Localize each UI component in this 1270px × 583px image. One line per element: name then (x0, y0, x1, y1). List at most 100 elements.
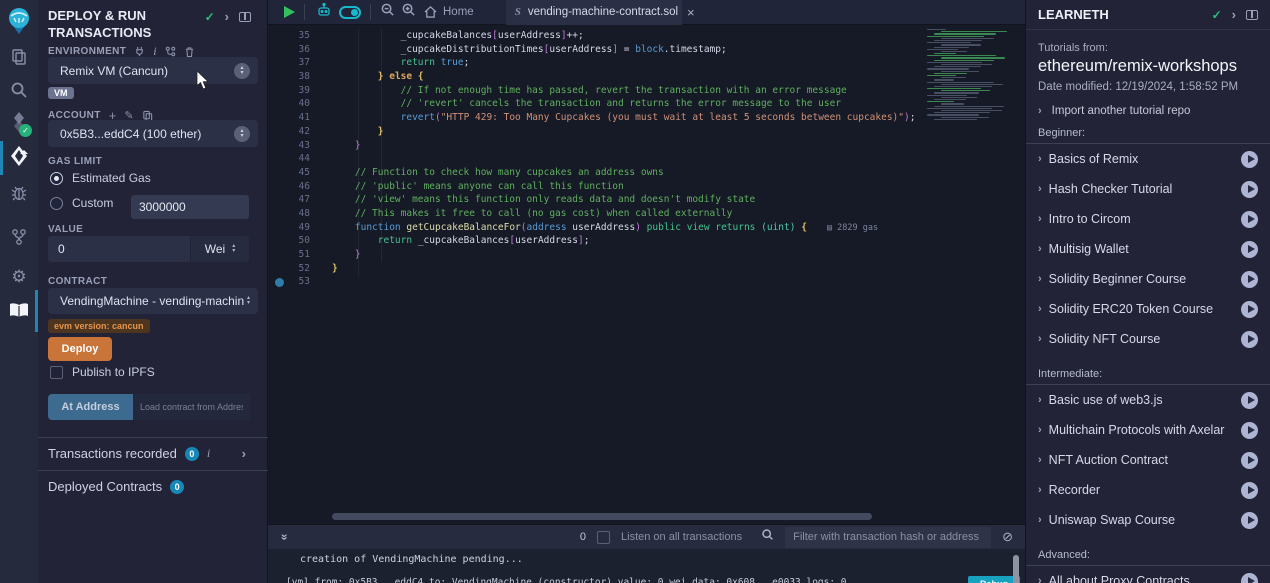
tutorial-item[interactable]: ›Solidity ERC20 Token Course (1026, 294, 1270, 324)
play-tutorial-button[interactable] (1241, 422, 1258, 439)
learneth-pin-icon[interactable] (1246, 10, 1258, 20)
line-number[interactable]: 50 (268, 234, 326, 248)
tutorial-item[interactable]: ›All about Proxy Contracts (1026, 566, 1270, 583)
import-tutorial-repo[interactable]: › Import another tutorial repo (1038, 105, 1258, 117)
line-number[interactable]: 47 (268, 193, 326, 207)
line-number[interactable]: 44 (268, 152, 326, 166)
tutorial-item[interactable]: ›Hash Checker Tutorial (1026, 174, 1270, 204)
tutorial-item[interactable]: ›Basic use of web3.js (1026, 385, 1270, 415)
listen-all-label: Listen on all transactions (621, 531, 742, 543)
tutorial-item[interactable]: ›Multisig Wallet (1026, 234, 1270, 264)
value-unit-select[interactable]: Wei ▴▾ (191, 236, 249, 262)
fork-environment-icon[interactable] (134, 46, 145, 57)
transactions-expand-icon[interactable]: › (242, 449, 246, 459)
custom-gas-radio[interactable] (50, 197, 63, 210)
code-line: revert("HTTP 429: Too Many Cupcakes (you… (332, 111, 915, 125)
play-tutorial-button[interactable] (1241, 181, 1258, 198)
run-script-icon[interactable] (284, 6, 295, 18)
code-line: } (332, 262, 915, 276)
play-tutorial-button[interactable] (1241, 482, 1258, 499)
tutorial-item[interactable]: ›NFT Auction Contract (1026, 445, 1270, 475)
play-tutorial-button[interactable] (1241, 512, 1258, 529)
code-editor[interactable]: 35363738394041424344454647484950515253 _… (268, 25, 1025, 524)
line-number[interactable]: 39 (268, 84, 326, 98)
deploy-button[interactable]: Deploy (48, 337, 112, 361)
pipeline-icon[interactable] (165, 46, 176, 57)
estimated-gas-radio[interactable] (50, 172, 63, 185)
collapse-terminal-icon[interactable]: « (276, 534, 290, 541)
tutorial-item[interactable]: ›Solidity NFT Course (1026, 324, 1270, 354)
line-number[interactable]: 43 (268, 139, 326, 153)
line-number[interactable]: 53 (268, 275, 326, 289)
panel-pin-icon[interactable] (239, 12, 251, 22)
zoom-in-icon[interactable] (401, 2, 416, 22)
source-control-icon[interactable] (0, 226, 38, 248)
play-tutorial-button[interactable] (1241, 392, 1258, 409)
tutorial-item[interactable]: ›Recorder (1026, 475, 1270, 505)
copilot-toggle[interactable] (339, 6, 361, 19)
at-address-input[interactable] (133, 394, 250, 420)
close-tab-icon[interactable]: × (687, 5, 695, 20)
line-number[interactable]: 37 (268, 56, 326, 70)
transactions-info-icon[interactable]: i (207, 446, 210, 461)
horizontal-scrollbar[interactable] (332, 513, 872, 520)
terminal-count: 0 (580, 531, 586, 543)
play-tutorial-button[interactable] (1241, 211, 1258, 228)
chevron-right-icon: › (1038, 213, 1042, 225)
play-tutorial-button[interactable] (1241, 452, 1258, 469)
line-number[interactable]: 42 (268, 125, 326, 139)
line-number[interactable]: 36 (268, 43, 326, 57)
tutorial-item[interactable]: ›Basics of Remix (1026, 144, 1270, 174)
tab-vending-machine-contract[interactable]: S vending-machine-contract.sol × (506, 0, 682, 25)
line-number[interactable]: 51 (268, 248, 326, 262)
account-select[interactable]: 0x5B3...eddC4 (100 ether) ▴▾ (48, 120, 258, 147)
play-tutorial-button[interactable] (1241, 301, 1258, 318)
play-tutorial-button[interactable] (1241, 573, 1258, 583)
line-number[interactable]: 46 (268, 180, 326, 194)
tutorial-item[interactable]: ›Multichain Protocols with Axelar (1026, 415, 1270, 445)
line-number[interactable]: 49 (268, 221, 326, 235)
deploy-and-run-icon[interactable] (0, 143, 38, 169)
clear-terminal-icon[interactable]: ⊘ (1002, 529, 1013, 545)
learneth-book-icon[interactable] (0, 297, 38, 325)
remix-logo-icon[interactable] (0, 6, 38, 36)
tutorial-item[interactable]: ›Solidity Beginner Course (1026, 264, 1270, 294)
ai-assistant-icon[interactable] (316, 2, 332, 23)
terminal-output[interactable]: creation of VendingMachine pending... [v… (268, 549, 1025, 583)
terminal-filter-input[interactable] (785, 527, 991, 548)
publish-ipfs-checkbox[interactable] (50, 366, 63, 379)
line-number[interactable]: 40 (268, 97, 326, 111)
play-tutorial-button[interactable] (1241, 331, 1258, 348)
file-explorer-icon[interactable] (0, 46, 38, 68)
tutorial-item[interactable]: ›Intro to Circom (1026, 204, 1270, 234)
value-input[interactable] (48, 236, 190, 262)
panel-expand-icon[interactable]: › (225, 12, 229, 22)
line-number[interactable]: 35 (268, 29, 326, 43)
line-number[interactable]: 38 (268, 70, 326, 84)
trash-icon[interactable] (184, 46, 195, 58)
transactions-recorded-row[interactable]: Transactions recorded 0 i › (48, 437, 258, 470)
line-number[interactable]: 48 (268, 207, 326, 221)
at-address-button[interactable]: At Address (48, 394, 133, 420)
play-tutorial-button[interactable] (1241, 241, 1258, 258)
listen-all-checkbox[interactable] (597, 531, 610, 544)
line-number[interactable]: 45 (268, 166, 326, 180)
play-tutorial-button[interactable] (1241, 271, 1258, 288)
contract-select[interactable]: VendingMachine - vending-machin ▴▾ (48, 288, 258, 314)
line-number[interactable]: 41 (268, 111, 326, 125)
debugger-icon[interactable] (0, 182, 38, 204)
home-tab[interactable]: Home (424, 6, 474, 18)
minimap[interactable] (927, 29, 1015, 121)
play-tutorial-button[interactable] (1241, 151, 1258, 168)
breakpoint-dot[interactable] (275, 278, 284, 287)
zoom-out-icon[interactable] (380, 2, 395, 22)
search-icon[interactable] (0, 79, 38, 101)
line-number-gutter[interactable]: 35363738394041424344454647484950515253 (268, 29, 326, 289)
terminal-scrollbar[interactable] (1013, 555, 1019, 583)
custom-gas-input[interactable] (131, 195, 249, 219)
line-number[interactable]: 52 (268, 262, 326, 276)
environment-select[interactable]: Remix VM (Cancun) ▴▾ (48, 57, 258, 84)
settings-icon[interactable]: ⚙ (0, 266, 38, 288)
tutorial-item[interactable]: ›Uniswap Swap Course (1026, 505, 1270, 535)
learneth-expand-icon[interactable]: › (1232, 10, 1236, 20)
